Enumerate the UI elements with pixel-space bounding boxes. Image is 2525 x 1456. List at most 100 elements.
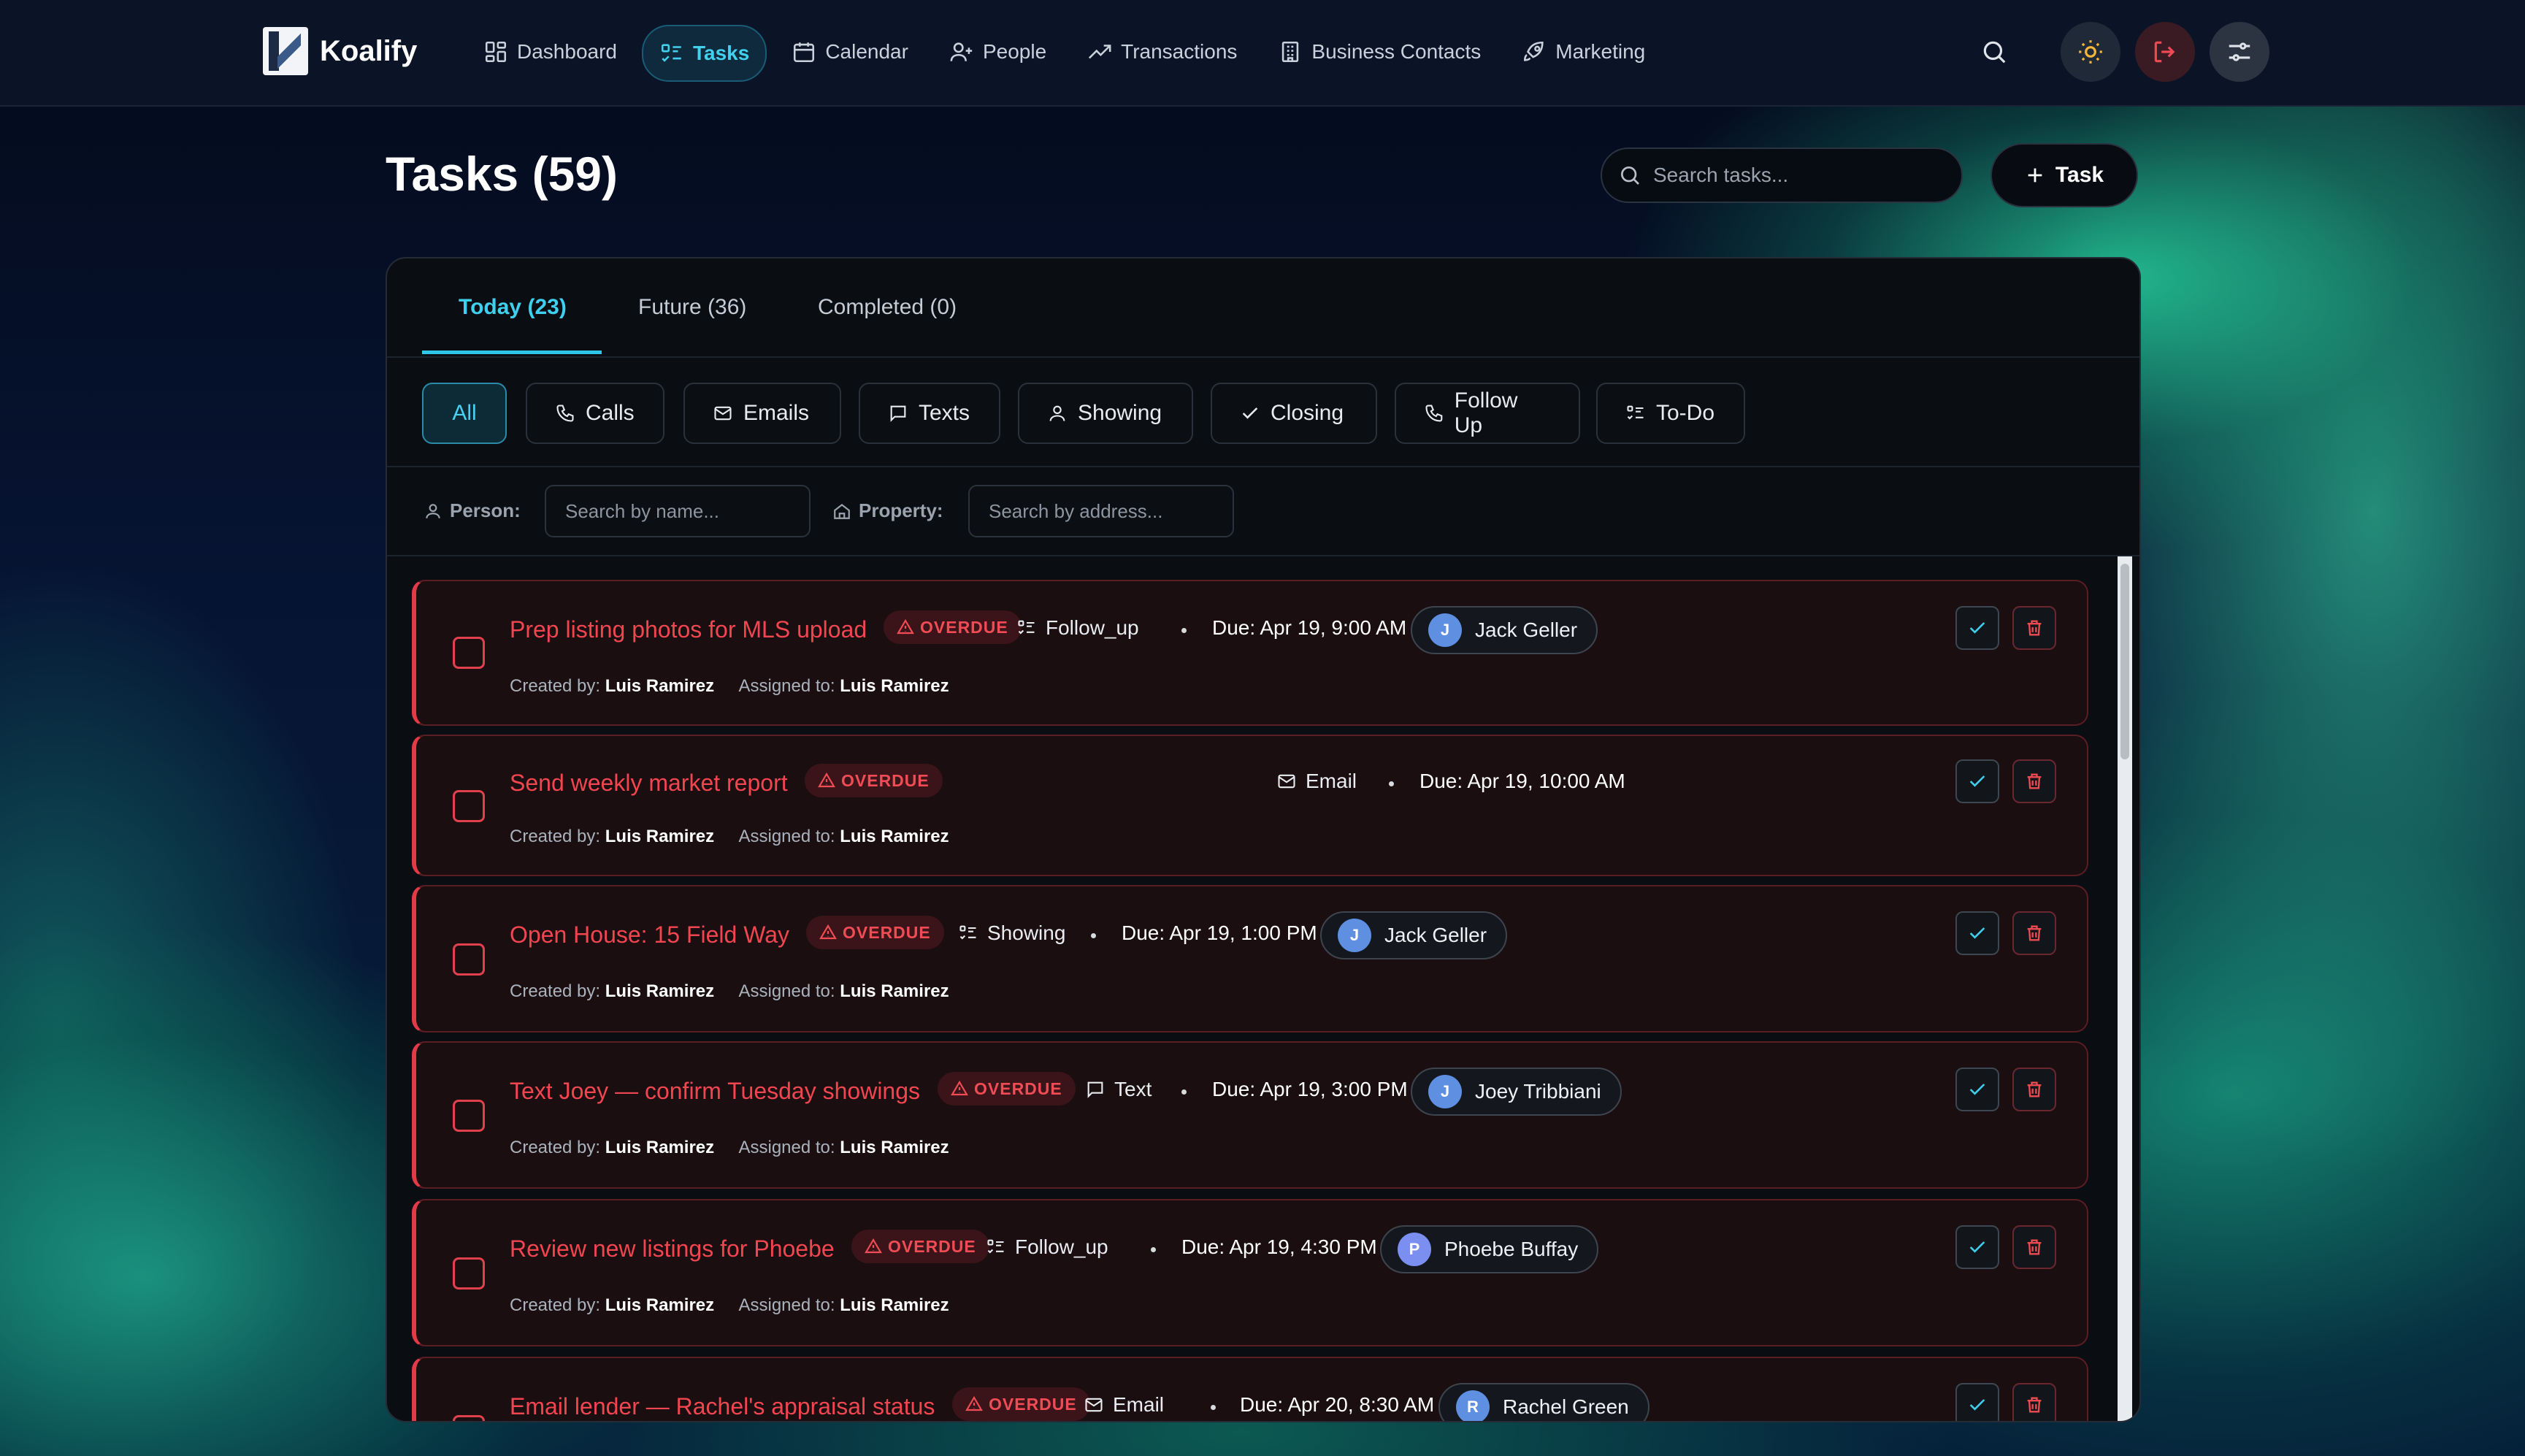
complete-task-button[interactable] xyxy=(1955,911,1999,955)
task-search[interactable] xyxy=(1601,147,1963,203)
task-type: Email xyxy=(1276,770,1357,793)
theme-toggle-button[interactable] xyxy=(2061,22,2120,82)
person-search-input[interactable] xyxy=(564,499,792,524)
nav-people[interactable]: People xyxy=(933,25,1062,79)
task-title[interactable]: Prep listing photos for MLS upload xyxy=(510,616,867,643)
filter-calls[interactable]: Calls xyxy=(526,383,664,444)
delete-task-button[interactable] xyxy=(2012,1068,2056,1111)
task-checkbox[interactable] xyxy=(453,1415,485,1421)
person-chip[interactable]: J Jack Geller xyxy=(1320,911,1508,959)
add-task-button[interactable]: Task xyxy=(1991,143,2138,207)
task-meta-line: Created by: Luis Ramirez Assigned to: Lu… xyxy=(510,676,949,697)
person-chip[interactable]: P Phoebe Buffay xyxy=(1380,1225,1599,1273)
filter-showing[interactable]: Showing xyxy=(1018,383,1193,444)
task-row[interactable]: Send weekly market report OVERDUE Email … xyxy=(412,735,2088,876)
task-checkbox[interactable] xyxy=(453,1257,485,1290)
filter-to-do[interactable]: To-Do xyxy=(1596,383,1745,444)
task-checkbox[interactable] xyxy=(453,637,485,669)
created-by-name: Luis Ramirez xyxy=(605,981,715,1001)
overdue-badge: OVERDUE xyxy=(851,1230,989,1263)
warning-icon xyxy=(818,772,835,788)
complete-task-button[interactable] xyxy=(1955,759,1999,803)
property-search-input[interactable] xyxy=(987,499,1215,524)
nav-calendar[interactable]: Calendar xyxy=(775,25,924,79)
delete-task-button[interactable] xyxy=(2012,759,2056,803)
task-title[interactable]: Review new listings for Phoebe xyxy=(510,1235,835,1262)
tab-completed[interactable]: Completed (0) xyxy=(818,258,957,356)
tab-today[interactable]: Today (23) xyxy=(459,258,567,356)
delete-task-button[interactable] xyxy=(2012,1383,2056,1421)
trash-icon xyxy=(2027,1239,2042,1255)
task-title[interactable]: Send weekly market report xyxy=(510,770,788,797)
nav-business-contacts[interactable]: Business Contacts xyxy=(1262,25,1497,79)
task-due: Due: Apr 19, 9:00 AM xyxy=(1212,616,1407,639)
global-search-button[interactable] xyxy=(1964,22,2024,82)
complete-task-button[interactable] xyxy=(1955,1068,1999,1111)
assigned-to-label: Assigned to: xyxy=(738,676,835,696)
overdue-badge: OVERDUE xyxy=(952,1387,1090,1421)
person-name: Joey Tribbiani xyxy=(1475,1080,1601,1103)
complete-task-button[interactable] xyxy=(1955,1225,1999,1269)
filter-closing[interactable]: Closing xyxy=(1211,383,1377,444)
task-meta-line: Created by: Luis Ramirez Assigned to: Lu… xyxy=(510,1295,949,1316)
person-chip[interactable]: R Rachel Green xyxy=(1438,1383,1650,1421)
task-checkbox[interactable] xyxy=(453,790,485,822)
settings-button[interactable] xyxy=(2210,22,2269,82)
task-type: Follow_up xyxy=(1016,616,1139,640)
trash-icon xyxy=(2027,1397,2042,1413)
person-chip[interactable]: J Jack Geller xyxy=(1411,606,1598,654)
delete-task-button[interactable] xyxy=(2012,1225,2056,1269)
task-title[interactable]: Email lender — Rachel's appraisal status xyxy=(510,1393,935,1420)
person-name: Jack Geller xyxy=(1475,618,1578,641)
task-row[interactable]: Review new listings for Phoebe OVERDUE F… xyxy=(412,1199,2088,1346)
task-row[interactable]: Email lender — Rachel's appraisal status… xyxy=(412,1357,2088,1421)
assigned-to-name: Luis Ramirez xyxy=(840,1138,949,1157)
delete-task-button[interactable] xyxy=(2012,911,2056,955)
person-filter-label: Person: xyxy=(424,499,521,522)
filter-texts[interactable]: Texts xyxy=(859,383,1000,444)
task-type-label: Text xyxy=(1114,1078,1152,1100)
task-type-label: Follow_up xyxy=(1046,616,1139,639)
filter-emails[interactable]: Emails xyxy=(683,383,841,444)
filter-follow-up[interactable]: Follow Up xyxy=(1395,383,1580,444)
task-row[interactable]: Open House: 15 Field Way OVERDUE Showing… xyxy=(412,885,2088,1032)
filter-label: Emails xyxy=(743,401,810,425)
created-by-label: Created by: xyxy=(510,827,601,846)
person-icon xyxy=(1049,405,1065,421)
logout-icon xyxy=(2154,41,2175,63)
property-search-field[interactable] xyxy=(968,485,1234,537)
filter-search-row: Person: Property: xyxy=(387,467,2139,556)
filter-all[interactable]: All xyxy=(422,383,507,444)
nav-marketing[interactable]: Marketing xyxy=(1506,25,1661,79)
app-logo[interactable]: Koalify xyxy=(263,27,417,75)
task-row[interactable]: Text Joey — confirm Tuesday showings OVE… xyxy=(412,1041,2088,1189)
task-checkbox[interactable] xyxy=(453,943,485,976)
complete-task-button[interactable] xyxy=(1955,1383,1999,1421)
nav-label: Calendar xyxy=(825,40,908,63)
task-due: Due: Apr 19, 1:00 PM xyxy=(1122,922,1317,944)
person-chip[interactable]: J Joey Tribbiani xyxy=(1411,1068,1622,1116)
task-row[interactable]: Prep listing photos for MLS upload OVERD… xyxy=(412,580,2088,726)
plus-icon xyxy=(2028,168,2042,183)
task-due: Due: Apr 19, 3:00 PM xyxy=(1212,1078,1408,1100)
created-by-name: Luis Ramirez xyxy=(605,1138,715,1157)
task-type: Text xyxy=(1085,1078,1152,1101)
delete-task-button[interactable] xyxy=(2012,606,2056,650)
filter-label: Texts xyxy=(919,401,970,425)
task-checkbox[interactable] xyxy=(453,1100,485,1132)
person-search-field[interactable] xyxy=(545,485,811,537)
person-label-text: Person: xyxy=(450,499,521,521)
task-due: Due: Apr 19, 4:30 PM xyxy=(1181,1235,1377,1258)
task-title[interactable]: Text Joey — confirm Tuesday showings xyxy=(510,1078,920,1105)
badge-label: OVERDUE xyxy=(989,1394,1077,1414)
scrollbar-thumb[interactable] xyxy=(2120,564,2129,759)
nav-tasks[interactable]: Tasks xyxy=(641,25,767,82)
tab-future[interactable]: Future (36) xyxy=(638,258,746,356)
nav-transactions[interactable]: Transactions xyxy=(1071,25,1253,79)
check-icon xyxy=(1969,927,1985,939)
logout-button[interactable] xyxy=(2135,22,2195,82)
nav-dashboard[interactable]: Dashboard xyxy=(467,25,633,79)
task-title[interactable]: Open House: 15 Field Way xyxy=(510,922,789,949)
task-search-input[interactable] xyxy=(1652,163,1945,188)
complete-task-button[interactable] xyxy=(1955,606,1999,650)
